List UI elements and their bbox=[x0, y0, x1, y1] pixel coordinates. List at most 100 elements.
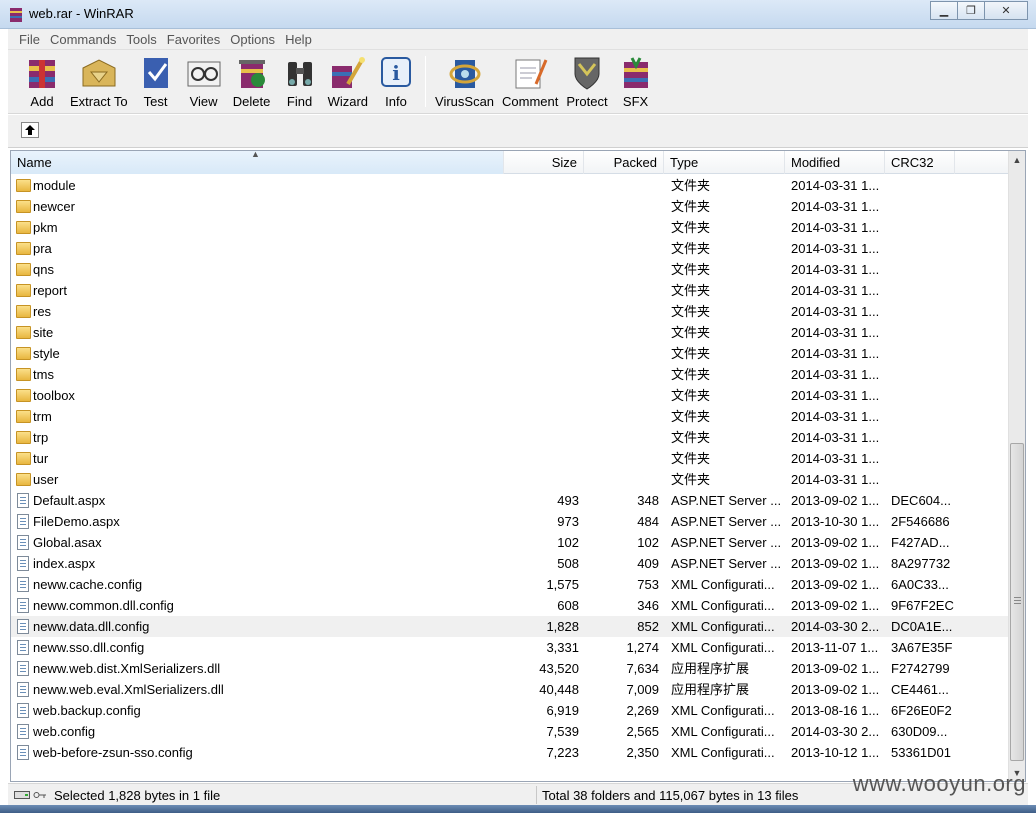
row-packed bbox=[585, 343, 659, 364]
row-name: neww.common.dll.config bbox=[33, 598, 174, 613]
find-button[interactable]: Find bbox=[276, 50, 324, 113]
file-icon bbox=[16, 535, 31, 550]
maximize-button[interactable]: ❐ bbox=[957, 1, 985, 20]
folder-row[interactable]: style 文件夹 2014-03-31 1... bbox=[11, 343, 1009, 364]
comment-button[interactable]: Comment bbox=[498, 50, 562, 113]
column-name[interactable]: Name ▲ bbox=[11, 151, 504, 174]
file-row[interactable]: neww.web.eval.XmlSerializers.dll 40,448 7,… bbox=[11, 679, 1009, 700]
row-name: trp bbox=[33, 430, 49, 445]
toolbar-label: SFX bbox=[622, 94, 649, 109]
folder-icon bbox=[16, 325, 31, 340]
row-size bbox=[505, 238, 579, 259]
file-row[interactable]: web.backup.config 6,919 2,269 XML Configura… bbox=[11, 700, 1009, 721]
menu-commands[interactable]: Commands bbox=[45, 32, 121, 47]
row-crc32: DC0A1E... bbox=[891, 619, 953, 634]
comment-icon bbox=[510, 54, 550, 92]
folder-row[interactable]: site 文件夹 2014-03-31 1... bbox=[11, 322, 1009, 343]
toolbar-label: Add bbox=[30, 94, 54, 109]
row-size: 508 bbox=[557, 556, 579, 571]
file-row[interactable]: web.config 7,539 2,565 XML Configurati... 20… bbox=[11, 721, 1009, 742]
column-crc32[interactable]: CRC32 bbox=[885, 151, 955, 174]
toolbar-label: Info bbox=[385, 94, 407, 109]
row-packed bbox=[585, 364, 659, 385]
row-type: 文件夹 bbox=[671, 262, 711, 277]
folder-row[interactable]: newcer 文件夹 2014-03-31 1... bbox=[11, 196, 1009, 217]
file-row[interactable]: neww.sso.dll.config 3,331 1,274 XML Configu… bbox=[11, 637, 1009, 658]
menu-help[interactable]: Help bbox=[280, 32, 317, 47]
vertical-scrollbar[interactable]: ▲ ▼ bbox=[1008, 151, 1025, 781]
row-crc32 bbox=[891, 448, 961, 469]
folder-row[interactable]: pkm 文件夹 2014-03-31 1... bbox=[11, 217, 1009, 238]
minimize-button[interactable]: ▁ bbox=[930, 1, 958, 20]
folder-row[interactable]: res 文件夹 2014-03-31 1... bbox=[11, 301, 1009, 322]
folder-row[interactable]: tur 文件夹 2014-03-31 1... bbox=[11, 448, 1009, 469]
row-modified: 2013-09-02 1... bbox=[791, 661, 880, 676]
close-button[interactable]: ✕ bbox=[984, 1, 1028, 20]
protect-button[interactable]: Protect bbox=[562, 50, 611, 113]
file-row[interactable]: neww.web.dist.XmlSerializers.dll 43,520 7,… bbox=[11, 658, 1009, 679]
folder-row[interactable]: qns 文件夹 2014-03-31 1... bbox=[11, 259, 1009, 280]
sfx-button[interactable]: SFX bbox=[612, 50, 660, 113]
row-crc32 bbox=[891, 343, 961, 364]
virusscan-button[interactable]: VirusScan bbox=[431, 50, 498, 113]
wizard-button[interactable]: Wizard bbox=[324, 50, 372, 113]
folder-row[interactable]: toolbox 文件夹 2014-03-31 1... bbox=[11, 385, 1009, 406]
folder-row[interactable]: pra 文件夹 2014-03-31 1... bbox=[11, 238, 1009, 259]
up-folder-button[interactable] bbox=[21, 122, 39, 138]
folder-row[interactable]: report 文件夹 2014-03-31 1... bbox=[11, 280, 1009, 301]
row-type: 文件夹 bbox=[671, 178, 711, 193]
column-type[interactable]: Type bbox=[664, 151, 785, 174]
row-type: ASP.NET Server ... bbox=[671, 493, 782, 508]
file-rows: module 文件夹 2014-03-31 1... newcer 文件夹 2014-03… bbox=[11, 175, 1009, 763]
file-row[interactable]: Global.asax 102 102 ASP.NET Server ... 2013-… bbox=[11, 532, 1009, 553]
folder-row[interactable]: trm 文件夹 2014-03-31 1... bbox=[11, 406, 1009, 427]
info-button[interactable]: i Info bbox=[372, 50, 420, 113]
scroll-up-button[interactable]: ▲ bbox=[1009, 151, 1025, 168]
folder-row[interactable]: tms 文件夹 2014-03-31 1... bbox=[11, 364, 1009, 385]
row-packed bbox=[585, 280, 659, 301]
row-size: 608 bbox=[557, 598, 579, 613]
row-crc32 bbox=[891, 301, 961, 322]
folder-row[interactable]: trp 文件夹 2014-03-31 1... bbox=[11, 427, 1009, 448]
menu-file[interactable]: File bbox=[14, 32, 45, 47]
row-modified: 2013-09-02 1... bbox=[791, 682, 880, 697]
column-modified[interactable]: Modified bbox=[785, 151, 885, 174]
menu-favorites[interactable]: Favorites bbox=[162, 32, 225, 47]
extract-to-button[interactable]: Extract To bbox=[66, 50, 132, 113]
row-name: pkm bbox=[33, 220, 58, 235]
view-button[interactable]: View bbox=[180, 50, 228, 113]
test-button[interactable]: Test bbox=[132, 50, 180, 113]
file-row[interactable]: web-before-zsun-sso.config 7,223 2,350 XML … bbox=[11, 742, 1009, 763]
row-type: XML Configurati... bbox=[671, 724, 775, 739]
scroll-thumb[interactable] bbox=[1010, 443, 1024, 761]
column-packed[interactable]: Packed bbox=[584, 151, 664, 174]
file-row[interactable]: neww.cache.config 1,575 753 XML Configurati… bbox=[11, 574, 1009, 595]
menu-tools[interactable]: Tools bbox=[121, 32, 161, 47]
row-crc32: 6A0C33... bbox=[891, 577, 949, 592]
winrar-app-icon bbox=[10, 8, 22, 22]
column-size[interactable]: Size bbox=[504, 151, 584, 174]
row-type: XML Configurati... bbox=[671, 619, 775, 634]
row-name: web-before-zsun-sso.config bbox=[33, 745, 193, 760]
delete-button[interactable]: Delete bbox=[228, 50, 276, 113]
add-button[interactable]: Add bbox=[18, 50, 66, 113]
folder-row[interactable]: user 文件夹 2014-03-31 1... bbox=[11, 469, 1009, 490]
folder-icon bbox=[16, 220, 31, 235]
file-row[interactable]: FileDemo.aspx 973 484 ASP.NET Server ... 201… bbox=[11, 511, 1009, 532]
row-packed bbox=[585, 469, 659, 490]
row-size bbox=[505, 406, 579, 427]
file-row[interactable]: Default.aspx 493 348 ASP.NET Server ... 2013… bbox=[11, 490, 1009, 511]
folder-icon bbox=[16, 304, 31, 319]
folder-icon bbox=[16, 451, 31, 466]
row-type: XML Configurati... bbox=[671, 598, 775, 613]
find-binoculars-icon bbox=[280, 54, 320, 92]
file-row[interactable]: neww.common.dll.config 608 346 XML Configur… bbox=[11, 595, 1009, 616]
row-modified: 2013-10-12 1... bbox=[791, 745, 880, 760]
file-row[interactable]: index.aspx 508 409 ASP.NET Server ... 2013-0… bbox=[11, 553, 1009, 574]
folder-icon bbox=[16, 346, 31, 361]
file-row[interactable]: neww.data.dll.config 1,828 852 XML Configur… bbox=[11, 616, 1009, 637]
row-size bbox=[505, 196, 579, 217]
menu-options[interactable]: Options bbox=[225, 32, 280, 47]
row-packed: 484 bbox=[637, 514, 659, 529]
folder-row[interactable]: module 文件夹 2014-03-31 1... bbox=[11, 175, 1009, 196]
